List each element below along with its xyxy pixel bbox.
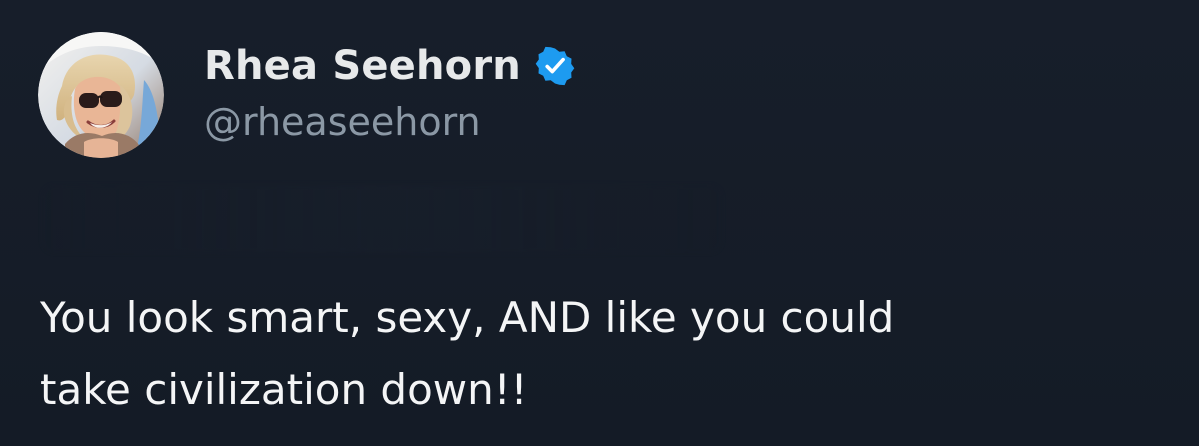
tweet-text: You look smart, sexy, AND like you could… [40,293,895,414]
author-identity: Rhea Seehorn @rheaseehorn [204,40,575,144]
display-name[interactable]: Rhea Seehorn [204,43,521,89]
blurred-content [42,185,722,253]
tweet-card: Rhea Seehorn @rheaseehorn You look smart… [0,0,1199,446]
tweet-header: Rhea Seehorn @rheaseehorn [38,32,575,158]
username-handle[interactable]: @rheaseehorn [204,100,575,144]
avatar[interactable] [38,32,164,158]
name-row: Rhea Seehorn [204,40,575,92]
verified-badge-icon [535,46,575,86]
